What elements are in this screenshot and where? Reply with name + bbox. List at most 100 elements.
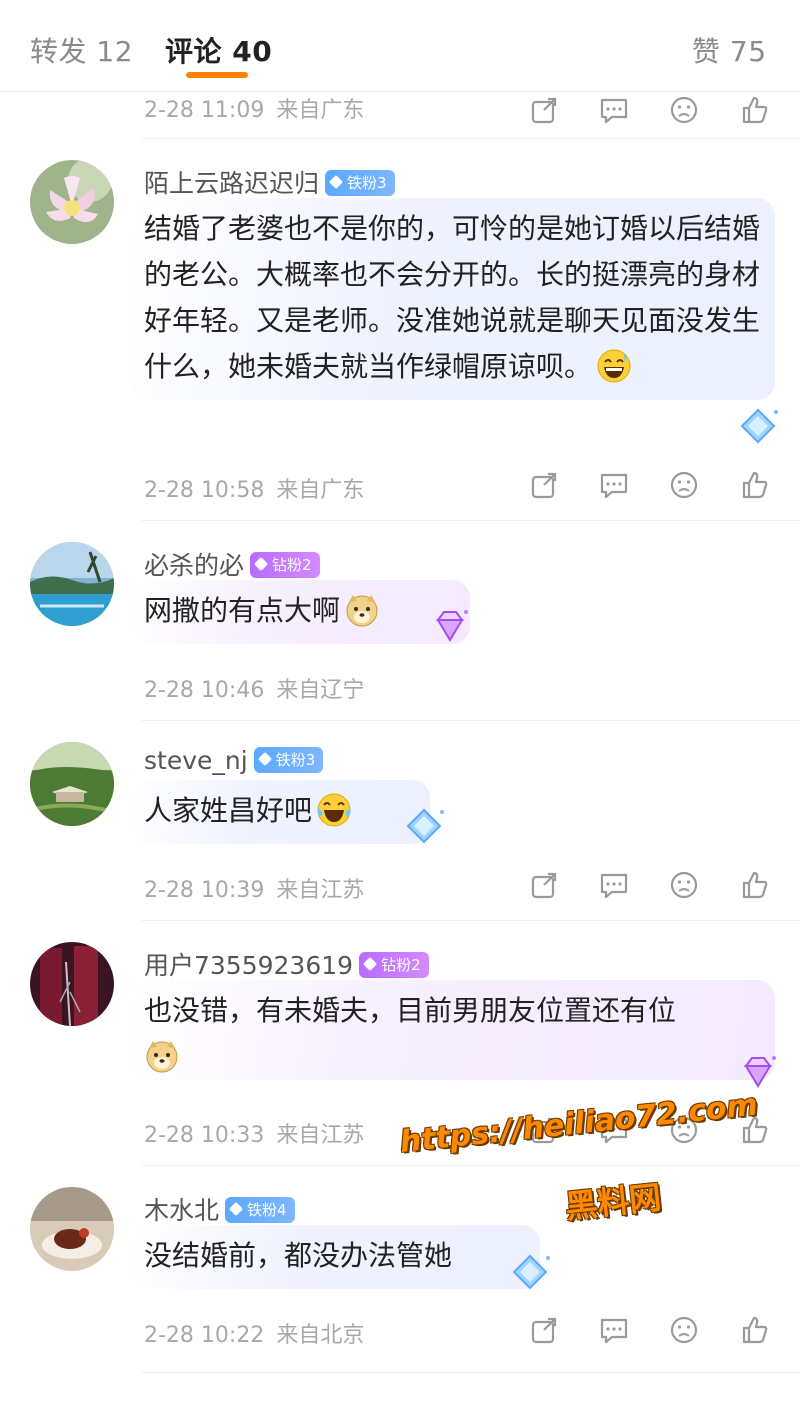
username[interactable]: steve_nj 铁粉3 [144, 746, 324, 775]
share-icon[interactable] [524, 90, 564, 130]
diamond-decoration-icon [406, 808, 444, 844]
like-icon[interactable] [734, 90, 774, 130]
tab-likes[interactable]: 赞 75 [692, 30, 767, 70]
comment-time: 2-28 10:58 [144, 478, 265, 503]
username-text: 木水北 [144, 1196, 220, 1225]
badge-label: 铁粉4 [247, 1201, 287, 1219]
comment-actions [520, 465, 780, 505]
diamond-decoration-icon [512, 1254, 550, 1290]
fan-badge: 铁粉3 [253, 747, 324, 773]
share-icon[interactable] [524, 865, 564, 905]
like-icon[interactable] [734, 465, 774, 505]
tab-comments[interactable]: 评论 40 [165, 30, 272, 70]
divider [142, 138, 800, 139]
comment-text-content: 结婚了老婆也不是你的，可怜的是她订婚以后结婚的老公。大概率也不会分开的。长的挺漂… [144, 212, 761, 383]
laugh-cry-emoji [317, 793, 351, 827]
comment-text: 也没错，有未婚夫，目前男朋友位置还有位 [144, 988, 761, 1080]
comment-meta: 2-28 10:39 来自江苏 [144, 872, 364, 904]
comment-icon[interactable] [594, 90, 634, 130]
username[interactable]: 陌上云路迟迟归 铁粉3 [144, 164, 395, 200]
username[interactable]: 用户7355923619 钻粉2 [144, 946, 429, 982]
comment-text-content: 网撒的有点大啊 [144, 594, 341, 627]
comment-location: 来自辽宁 [276, 678, 365, 703]
username[interactable]: 木水北 铁粉4 [144, 1191, 295, 1227]
comment-text-content: 也没错，有未婚夫，目前男朋友位置还有位 [144, 994, 677, 1027]
watermark-url: https://heiliao72.com [398, 1087, 760, 1160]
comment-icon[interactable] [594, 1310, 634, 1350]
comment-text: 人家姓昌好吧 [144, 788, 416, 834]
comment-location: 来自江苏 [276, 1123, 365, 1148]
diamond-decoration-icon [436, 610, 468, 642]
comment-location: 来自北京 [276, 1323, 365, 1348]
comment-text: 网撒的有点大啊 [144, 588, 456, 634]
badge-label: 铁粉3 [347, 174, 387, 192]
gem-icon [257, 751, 272, 767]
username-text: 陌上云路迟迟归 [144, 169, 320, 198]
fan-badge: 铁粉4 [225, 1197, 295, 1223]
share-icon[interactable] [524, 465, 564, 505]
divider [142, 920, 800, 921]
dislike-icon[interactable] [664, 465, 704, 505]
doge-emoji [146, 1041, 178, 1073]
comment-meta: 2-28 10:46 来自辽宁 [144, 672, 364, 704]
tab-repost[interactable]: 转发 12 [30, 30, 133, 70]
comment-text-content: 人家姓昌好吧 [144, 794, 313, 827]
dislike-icon[interactable] [664, 865, 704, 905]
watermark-name: 黑料网 [563, 1178, 663, 1226]
gem-icon [362, 956, 378, 972]
dislike-icon[interactable] [664, 1310, 704, 1350]
avatar[interactable] [30, 542, 114, 626]
like-icon[interactable] [734, 1310, 774, 1350]
divider [142, 1372, 800, 1373]
comment-time: 2-28 10:39 [144, 878, 265, 903]
comment-time: 2-28 10:22 [144, 1323, 265, 1348]
comment-time: 2-28 11:09 [144, 98, 265, 123]
grinning-sweat-emoji [597, 349, 631, 383]
avatar[interactable] [30, 1187, 114, 1271]
comment-meta: 2-28 10:33 来自江苏 [144, 1117, 364, 1149]
divider [142, 720, 800, 721]
avatar[interactable] [30, 942, 114, 1026]
comment-meta: 2-28 10:58 来自广东 [144, 472, 364, 504]
active-tab-indicator [186, 72, 248, 78]
gem-icon [228, 1201, 244, 1217]
doge-emoji [346, 595, 378, 627]
comment-actions [520, 1310, 780, 1350]
avatar[interactable] [30, 742, 114, 826]
comment-tabs-bar: 转发 12 评论 40 赞 75 [0, 0, 800, 92]
badge-label: 钻粉2 [272, 556, 312, 574]
share-icon[interactable] [524, 1310, 564, 1350]
comment-icon[interactable] [594, 865, 634, 905]
username-text: 必杀的必 [144, 551, 245, 580]
comment-time: 2-28 10:46 [144, 678, 265, 703]
username[interactable]: 必杀的必 钻粉2 [144, 546, 320, 582]
comment-location: 来自广东 [276, 478, 365, 503]
gem-icon [328, 174, 344, 190]
comment-actions [520, 90, 780, 130]
fan-badge: 铁粉3 [325, 170, 395, 196]
gem-icon [253, 556, 269, 572]
badge-label: 铁粉3 [275, 751, 316, 769]
comment-location: 来自广东 [276, 98, 365, 123]
comment-bubble: 结婚了老婆也不是你的，可怜的是她订婚以后结婚的老公。大概率也不会分开的。长的挺漂… [130, 198, 775, 400]
comment-bubble: 网撒的有点大啊 [130, 580, 470, 644]
fan-badge: 钻粉2 [359, 952, 429, 978]
comment-text: 结婚了老婆也不是你的，可怜的是她订婚以后结婚的老公。大概率也不会分开的。长的挺漂… [144, 206, 761, 390]
like-icon[interactable] [734, 865, 774, 905]
badge-label: 钻粉2 [381, 956, 421, 974]
dislike-icon[interactable] [664, 90, 704, 130]
comment-icon[interactable] [594, 465, 634, 505]
diamond-decoration-icon [740, 408, 778, 444]
avatar[interactable] [30, 160, 114, 244]
comment-time: 2-28 10:33 [144, 1123, 265, 1148]
comment-actions [520, 865, 780, 905]
divider [142, 520, 800, 521]
comment-meta: 2-28 10:22 来自北京 [144, 1317, 364, 1349]
diamond-decoration-icon [744, 1056, 776, 1088]
fan-badge: 钻粉2 [250, 552, 320, 578]
username-text: steve_nj [144, 746, 248, 775]
comment-bubble: 也没错，有未婚夫，目前男朋友位置还有位 [130, 980, 775, 1080]
comment-meta: 2-28 11:09 来自广东 [144, 92, 364, 124]
comment-location: 来自江苏 [276, 878, 365, 903]
username-text: 用户7355923619 [144, 951, 354, 980]
